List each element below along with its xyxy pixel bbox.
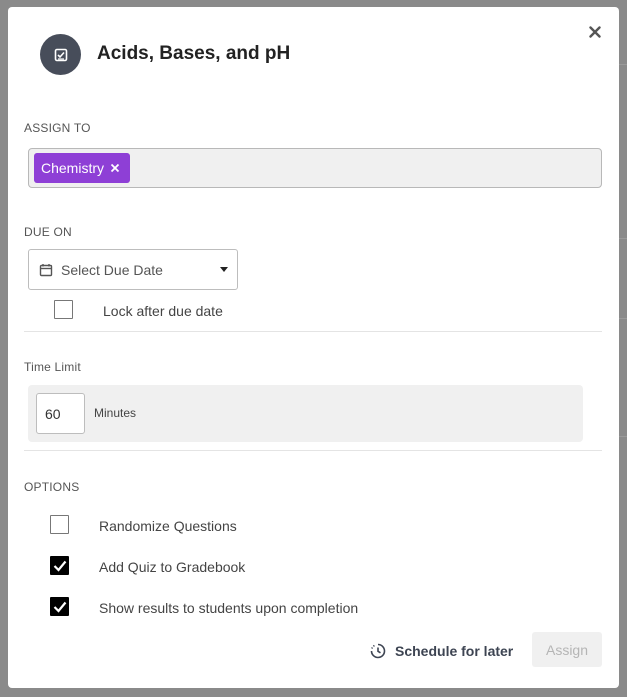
calendar-icon bbox=[39, 263, 53, 276]
add-to-gradebook-checkbox[interactable] bbox=[50, 556, 69, 575]
lock-after-due-label: Lock after due date bbox=[103, 303, 223, 319]
lock-after-due-checkbox[interactable] bbox=[54, 300, 73, 319]
assign-quiz-modal: Acids, Bases, and pH ASSIGN TO Chemistry… bbox=[8, 7, 619, 688]
options-label: OPTIONS bbox=[24, 480, 80, 494]
checkmark-icon bbox=[53, 560, 66, 572]
close-icon bbox=[589, 26, 601, 38]
due-on-label: DUE ON bbox=[24, 225, 72, 239]
due-date-placeholder: Select Due Date bbox=[61, 261, 163, 278]
close-button[interactable] bbox=[584, 21, 606, 43]
show-results-checkbox[interactable] bbox=[50, 597, 69, 616]
divider bbox=[24, 331, 602, 332]
randomize-questions-label: Randomize Questions bbox=[99, 518, 237, 534]
modal-title: Acids, Bases, and pH bbox=[97, 43, 291, 64]
schedule-label: Schedule for later bbox=[395, 643, 514, 659]
clock-icon bbox=[370, 643, 386, 659]
quiz-icon bbox=[40, 34, 81, 75]
time-limit-input[interactable] bbox=[36, 393, 85, 434]
show-results-label: Show results to students upon completion bbox=[99, 600, 359, 616]
time-limit-label: Time Limit bbox=[24, 360, 81, 374]
due-date-select[interactable]: Select Due Date bbox=[28, 249, 238, 290]
time-limit-unit: Minutes bbox=[94, 406, 137, 420]
assign-to-label: ASSIGN TO bbox=[24, 121, 91, 135]
chip-label: Chemistry bbox=[41, 160, 105, 176]
caret-down-icon bbox=[220, 267, 228, 272]
divider bbox=[24, 450, 602, 451]
randomize-questions-checkbox[interactable] bbox=[50, 515, 69, 534]
checkmark-icon bbox=[53, 601, 66, 613]
assign-to-field[interactable]: Chemistry bbox=[28, 148, 602, 188]
chip-chemistry: Chemistry bbox=[34, 153, 131, 183]
add-to-gradebook-label: Add Quiz to Gradebook bbox=[99, 559, 246, 575]
schedule-for-later-button[interactable]: Schedule for later bbox=[370, 639, 513, 663]
remove-chip-icon[interactable] bbox=[110, 163, 120, 173]
time-limit-box: Minutes bbox=[28, 385, 583, 442]
assign-button[interactable]: Assign bbox=[532, 632, 602, 667]
